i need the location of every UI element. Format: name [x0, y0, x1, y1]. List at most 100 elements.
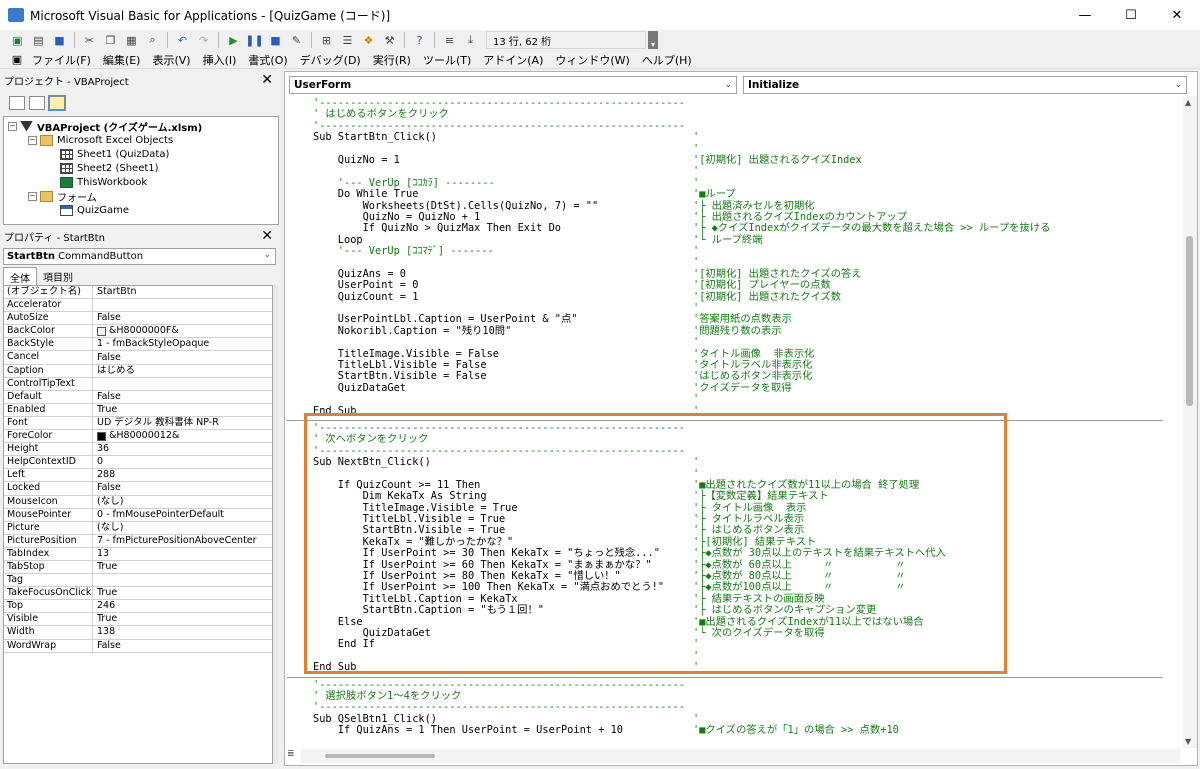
menu-edit[interactable]: 編集(E): [97, 52, 147, 68]
property-value[interactable]: StartBtn: [93, 286, 272, 298]
view-code-icon[interactable]: [9, 96, 25, 110]
properties-scrollbar[interactable]: [274, 285, 278, 764]
undo-icon[interactable]: ↶: [173, 31, 192, 49]
property-value[interactable]: 0 - fmMousePointerDefault: [93, 509, 272, 521]
property-value[interactable]: False: [93, 312, 272, 324]
code-line[interactable]: QuizDataGet 'クイズデータを取得: [313, 382, 792, 394]
scrollbar-thumb[interactable]: [1186, 236, 1193, 406]
code-line[interactable]: QuizCount = 1 '[初期化] 出題されたクイズ数: [313, 291, 841, 303]
tree-node-excel-objects[interactable]: − Microsoft Excel Objects: [4, 133, 278, 147]
indent-icon[interactable]: ≡: [440, 31, 459, 49]
property-value[interactable]: True: [93, 587, 272, 599]
close-button[interactable]: ✕: [1154, 0, 1200, 30]
property-row[interactable]: Enabled True: [4, 403, 272, 417]
menu-file[interactable]: ファイル(F): [26, 52, 97, 68]
property-value[interactable]: True: [93, 613, 272, 625]
menu-format[interactable]: 書式(O): [242, 52, 293, 68]
property-value[interactable]: 1 - fmBackStyleOpaque: [93, 338, 272, 350]
property-value[interactable]: 138: [93, 626, 272, 638]
property-row[interactable]: TabIndex 13: [4, 547, 272, 561]
view-object-icon[interactable]: [29, 96, 45, 110]
code-line[interactable]: ': [313, 650, 699, 662]
menu-window[interactable]: ウィンドウ(W): [549, 52, 635, 68]
property-value[interactable]: UD デジタル 教科書体 NP-R: [93, 417, 272, 429]
vertical-scrollbar[interactable]: ▲ ▼: [1183, 96, 1197, 748]
scroll-up-icon[interactable]: ▲: [1185, 98, 1191, 107]
find-icon[interactable]: ⌕: [143, 31, 162, 49]
collapse-icon[interactable]: −: [28, 191, 37, 201]
code-line[interactable]: '--- VerUp [ｺｺﾏﾃﾞ] ------- ': [313, 245, 699, 257]
toggle-folders-icon[interactable]: [48, 95, 66, 111]
property-value[interactable]: [93, 378, 272, 390]
code-line[interactable]: Sub StartBtn_Click() ': [313, 131, 699, 143]
property-row[interactable]: BackStyle 1 - fmBackStyleOpaque: [4, 338, 272, 352]
property-value[interactable]: 0: [93, 456, 272, 468]
property-value[interactable]: [93, 574, 272, 586]
help-icon[interactable]: ?: [410, 31, 429, 49]
property-value[interactable]: False: [93, 391, 272, 403]
minimize-button[interactable]: —: [1062, 0, 1108, 30]
code-line[interactable]: End If ': [313, 638, 699, 650]
tree-node-quizgame[interactable]: QuizGame: [4, 203, 278, 217]
property-value[interactable]: (なし): [93, 496, 272, 508]
break-icon[interactable]: ❚❚: [245, 31, 264, 49]
property-value[interactable]: 7 - fmPicturePositionAboveCenter: [93, 535, 272, 547]
chevron-down-icon[interactable]: ⌄: [724, 80, 732, 90]
menu-help[interactable]: ヘルプ(H): [636, 52, 698, 68]
property-value[interactable]: 288: [93, 469, 272, 481]
menu-tools[interactable]: ツール(T): [417, 52, 477, 68]
maximize-button[interactable]: ☐: [1108, 0, 1154, 30]
comment-icon[interactable]: ⤓: [461, 31, 480, 49]
property-row[interactable]: TabStop True: [4, 560, 272, 575]
property-row[interactable]: Locked False: [4, 482, 272, 496]
excel-icon[interactable]: ▣: [8, 31, 27, 49]
property-value[interactable]: True: [93, 404, 272, 416]
save-icon[interactable]: ■: [50, 31, 69, 49]
horizontal-scrollbar[interactable]: [301, 749, 1181, 763]
property-row[interactable]: Top 246: [4, 600, 272, 614]
code-line[interactable]: ': [313, 393, 699, 405]
menu-debug[interactable]: デバッグ(D): [294, 52, 367, 68]
property-value[interactable]: 246: [93, 600, 272, 612]
property-row[interactable]: Picture (なし): [4, 521, 272, 535]
tab-alphabetic[interactable]: 全体: [3, 267, 37, 285]
property-row[interactable]: BackColor &H8000000F&: [4, 325, 272, 339]
code-line[interactable]: End Sub ': [313, 405, 699, 417]
code-lines[interactable]: '---------------------------------------…: [287, 97, 1163, 736]
property-row[interactable]: MouseIcon (なし): [4, 495, 272, 509]
property-value[interactable]: True: [93, 561, 272, 573]
property-row[interactable]: ControlTipText: [4, 377, 272, 391]
run-icon[interactable]: ▶: [224, 31, 243, 49]
project-icon[interactable]: ⊞: [317, 31, 336, 49]
property-row[interactable]: WordWrap False: [4, 639, 272, 653]
reset-icon[interactable]: ■: [266, 31, 285, 49]
redo-icon[interactable]: ↷: [194, 31, 213, 49]
property-value[interactable]: False: [93, 482, 272, 494]
code-line[interactable]: Sub NextBtn_Click() ': [313, 456, 699, 468]
insert-icon[interactable]: ▤: [29, 31, 48, 49]
code-line[interactable]: End Sub ': [313, 661, 699, 673]
property-row[interactable]: Cancel False: [4, 351, 272, 365]
menu-run[interactable]: 実行(R): [367, 52, 417, 68]
code-line[interactable]: QuizNo = 1 '[初期化] 出題されるクイズIndex: [313, 154, 862, 166]
property-row[interactable]: Font UD デジタル 教科書体 NP-R: [4, 416, 272, 431]
scrollbar-thumb[interactable]: [325, 754, 435, 758]
property-row[interactable]: Visible True: [4, 613, 272, 627]
code-line[interactable]: If QuizNo > QuizMax Then Exit Do '├ ◆クイズI…: [313, 222, 1051, 234]
object-combo[interactable]: UserForm ⌄: [289, 76, 737, 94]
menu-addins[interactable]: アドイン(A): [477, 52, 549, 68]
property-row[interactable]: Left 288: [4, 469, 272, 483]
property-row[interactable]: (オブジェクト名) StartBtn: [4, 286, 272, 300]
property-value[interactable]: False: [93, 351, 272, 363]
code-line[interactable]: If QuizAns = 1 Then UserPoint = UserPoin…: [313, 724, 899, 736]
paste-icon[interactable]: ▦: [122, 31, 141, 49]
tree-node-thisworkbook[interactable]: ThisWorkbook: [4, 175, 278, 189]
tab-categorized[interactable]: 項目別: [37, 267, 79, 285]
chevron-down-icon[interactable]: ⌄: [1174, 80, 1182, 90]
design-icon[interactable]: ✎: [287, 31, 306, 49]
object-browser-icon[interactable]: ❖: [359, 31, 378, 49]
property-row[interactable]: ForeColor &H80000012&: [4, 430, 272, 444]
property-row[interactable]: Height 36: [4, 443, 272, 457]
copy-icon[interactable]: ❐: [101, 31, 120, 49]
property-row[interactable]: HelpContextID 0: [4, 456, 272, 470]
